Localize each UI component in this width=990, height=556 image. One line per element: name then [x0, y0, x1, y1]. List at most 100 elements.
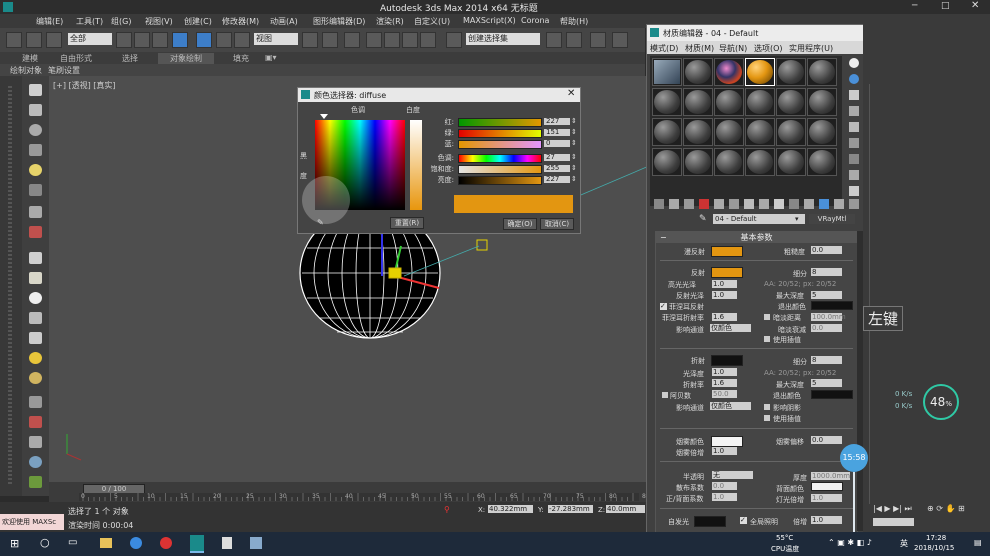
ribbon-paint-objects[interactable]: 绘制对象 [10, 65, 42, 76]
reflect-max-depth-field[interactable]: 5 [811, 291, 842, 299]
refract-subdivs-field[interactable]: 8 [811, 356, 842, 364]
select-by-material-icon[interactable] [849, 170, 859, 180]
ribbon-tab-freeform[interactable]: 自由形式 [60, 53, 92, 64]
window-crossing-icon[interactable] [172, 32, 188, 48]
maxscript-listener[interactable]: 欢迎使用 MAXSc [0, 514, 64, 530]
reflect-interp-checkbox[interactable] [764, 336, 770, 342]
material-sample-slot[interactable] [652, 58, 682, 86]
search-icon[interactable]: ○ [40, 536, 50, 549]
named-selection-dropdown[interactable]: 创建选择集 [466, 33, 540, 45]
menu-rendering[interactable]: 渲染(R) [376, 16, 404, 27]
layer-icon[interactable] [590, 32, 606, 48]
reset-button[interactable]: 重置(R) [390, 217, 424, 229]
color-dialog-close-icon[interactable]: ✕ [567, 88, 575, 99]
material-sample-slot[interactable] [807, 148, 837, 176]
cylinder-icon[interactable] [29, 272, 42, 284]
viewport-label[interactable]: [+] [透视] [真实] [53, 80, 116, 91]
material-sample-slot[interactable] [807, 58, 837, 86]
scale-icon[interactable] [234, 32, 250, 48]
dim-falloff-field[interactable]: 0.0 [811, 324, 842, 332]
ribbon-tab-modeling[interactable]: 建模 [22, 53, 38, 64]
library-icon[interactable] [729, 199, 739, 209]
refl-gloss-field[interactable]: 1.0 [712, 291, 737, 299]
file-explorer-icon[interactable] [100, 538, 112, 548]
front-back-field[interactable]: 1.0 [712, 493, 737, 501]
spinner-icon[interactable]: ⇕ [571, 175, 577, 183]
color-row-value[interactable]: 227 [544, 176, 570, 183]
eyedropper-icon[interactable]: ✎ [317, 218, 327, 227]
go-parent-icon[interactable] [834, 199, 844, 209]
make-unique-icon[interactable] [714, 199, 724, 209]
ior-field[interactable]: 1.6 [712, 379, 737, 387]
backlight-icon[interactable] [849, 74, 859, 84]
box-icon[interactable] [29, 104, 42, 116]
particle-icon[interactable] [29, 396, 42, 408]
material-sample-slot[interactable] [745, 88, 775, 116]
y-coordinate-field[interactable]: -27.283mm [548, 505, 593, 513]
menu-modifiers[interactable]: 修改器(M) [222, 16, 259, 27]
roughness-field[interactable]: 0.0 [811, 246, 842, 254]
time-slider[interactable]: 0 / 100 0 5 10 15 20 25 30 35 40 45 50 55 60 65 70 75 80… [49, 482, 650, 502]
material-sample-slot[interactable] [714, 118, 744, 146]
geosphere-icon[interactable] [29, 372, 42, 384]
color-row-value[interactable]: 255 [544, 165, 570, 172]
material-sample-slot[interactable] [714, 148, 744, 176]
viewport-nav-icons[interactable]: ⊕ ⟳ ✋ ⊞ [927, 504, 965, 513]
material-name-dropdown-icon[interactable]: ▾ [795, 214, 803, 224]
select-manipulate-icon[interactable] [322, 32, 338, 48]
material-sample-slot[interactable] [776, 118, 806, 146]
id-icon[interactable] [759, 199, 769, 209]
rollout-header[interactable]: − 基本参数 [656, 232, 857, 243]
options-icon[interactable] [849, 154, 859, 164]
refract-exit-color-swatch[interactable] [811, 390, 853, 399]
sample-type-icon[interactable] [849, 58, 859, 68]
keyboard-shortcut-icon[interactable] [344, 32, 360, 48]
color-row-slider[interactable] [458, 165, 542, 174]
light-mult-field[interactable]: 1.0 [811, 494, 842, 502]
menu-create[interactable]: 创建(C) [184, 16, 212, 27]
material-sample-slot[interactable] [745, 118, 775, 146]
lock-selection-icon[interactable]: ⚲ [444, 505, 450, 514]
undo-icon[interactable] [6, 32, 22, 48]
material-sample-slot[interactable] [807, 88, 837, 116]
material-navigator-icon[interactable] [849, 186, 859, 196]
make-preview-icon[interactable] [849, 138, 859, 148]
me-menu-mode[interactable]: 模式(D) [650, 43, 678, 54]
spinner-icon[interactable]: ⇕ [571, 153, 577, 161]
refract-affect-dropdown[interactable]: 仅颜色 [710, 402, 751, 410]
dim-distance-checkbox[interactable] [764, 314, 770, 320]
go-sibling-icon[interactable] [849, 199, 859, 209]
plant-icon[interactable] [29, 476, 42, 488]
teapot-icon[interactable] [29, 84, 42, 96]
material-sample-slot[interactable] [652, 88, 682, 116]
x-coordinate-field[interactable]: 40.322mm [488, 505, 533, 513]
menu-graph-editors[interactable]: 图形编辑器(D) [313, 16, 365, 27]
systems-icon[interactable] [29, 252, 42, 264]
material-sample-slot[interactable] [745, 58, 775, 86]
task-view-icon[interactable]: ▭ [68, 537, 77, 548]
align-icon[interactable] [566, 32, 582, 48]
skeleton-icon[interactable] [29, 436, 42, 448]
spacewarp-icon[interactable] [29, 226, 42, 238]
3dsmax-task-icon[interactable] [190, 535, 204, 553]
fog-mult-field[interactable]: 1.0 [712, 447, 737, 455]
uv-tiling-icon[interactable] [849, 106, 859, 116]
assign-icon[interactable] [684, 199, 694, 209]
material-type-icon[interactable] [819, 199, 829, 209]
material-sample-slot[interactable] [714, 58, 744, 86]
selection-filter-dropdown[interactable]: 全部 [68, 33, 112, 45]
show-map-icon[interactable] [774, 199, 784, 209]
fog-color-swatch[interactable] [711, 436, 743, 447]
put-to-scene-icon[interactable] [669, 199, 679, 209]
material-sample-slot[interactable] [683, 88, 713, 116]
refract-interp-checkbox[interactable] [764, 415, 770, 421]
background-icon[interactable] [849, 90, 859, 100]
color-row-slider[interactable] [458, 118, 542, 127]
hilight-gloss-field[interactable]: 1.0 [712, 280, 737, 288]
menu-corona[interactable]: Corona [521, 16, 549, 25]
cone-icon[interactable] [29, 312, 42, 324]
strip-handle-icon[interactable] [8, 86, 12, 486]
translucency-dropdown[interactable]: 无 [712, 471, 753, 479]
play-controls-icon[interactable]: |◀ ▶ ▶| ⏭ [873, 504, 912, 514]
menu-animation[interactable]: 动画(A) [270, 16, 298, 27]
